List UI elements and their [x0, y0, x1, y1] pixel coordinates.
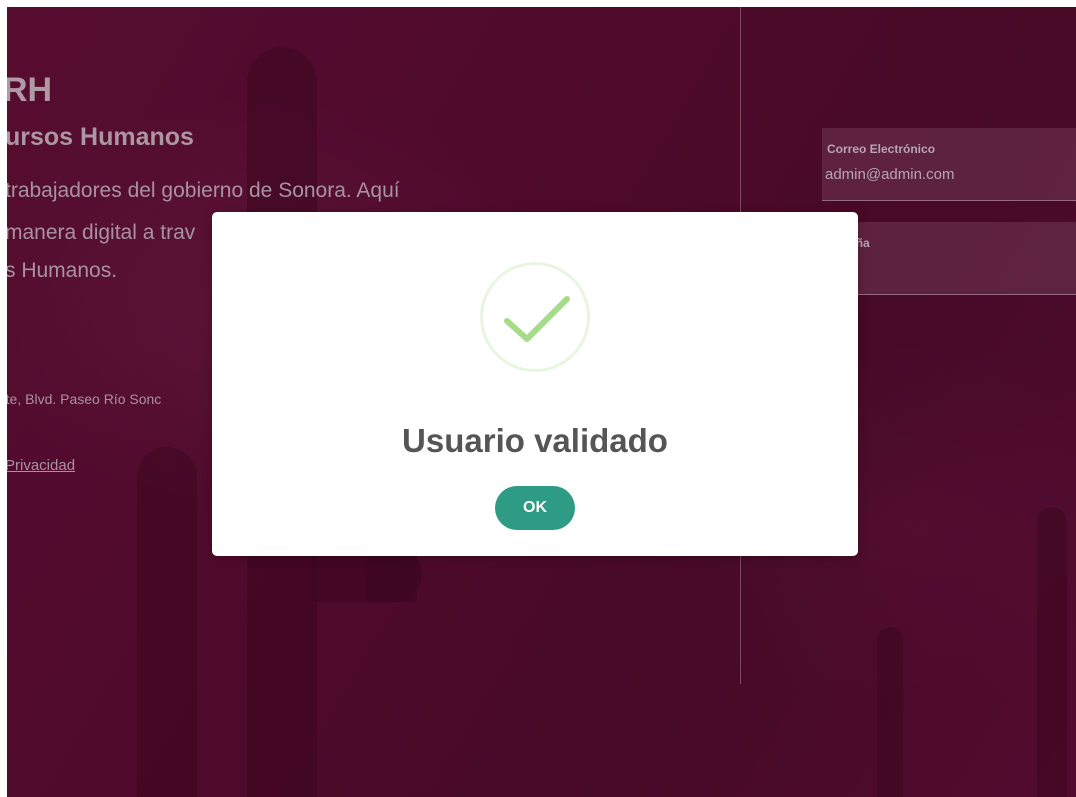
check-icon: [480, 262, 590, 372]
dialog-title: Usuario validado: [402, 422, 668, 459]
ok-button[interactable]: OK: [495, 486, 575, 530]
success-dialog: Usuario validado OK: [212, 212, 858, 556]
login-page: RH ursos Humanos trabajadores del gobier…: [7, 7, 1076, 797]
check-mark: [504, 296, 570, 342]
